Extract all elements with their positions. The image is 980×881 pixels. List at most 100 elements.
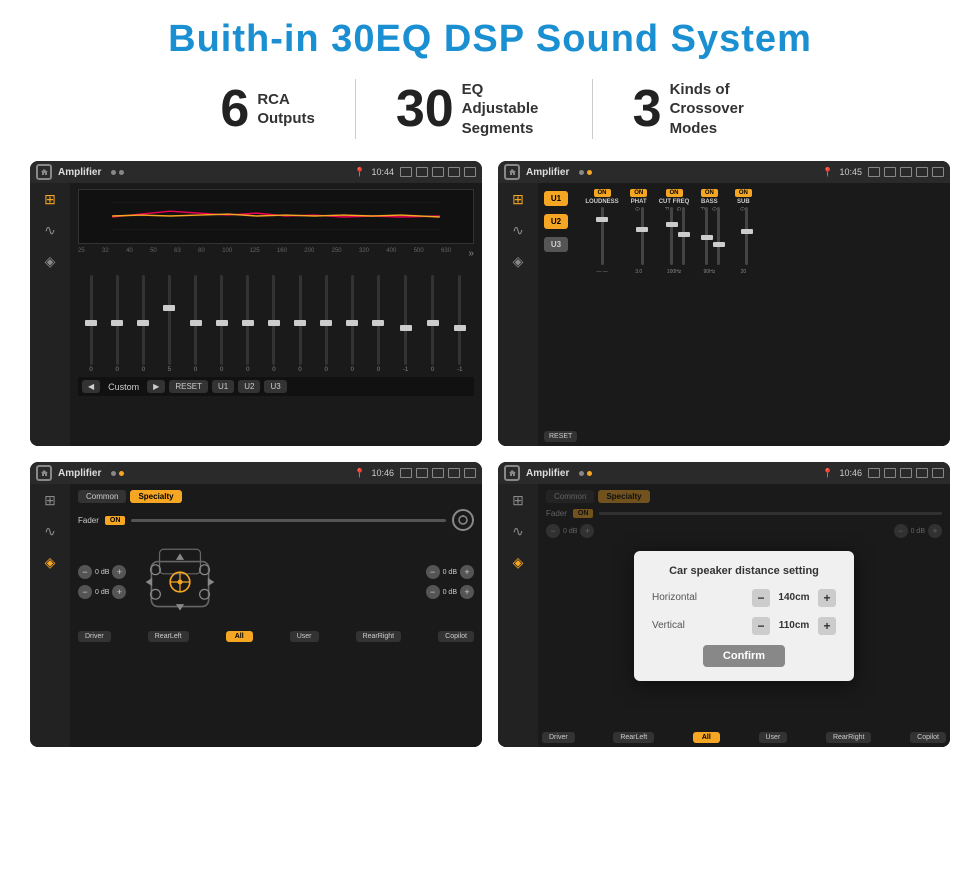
spec-sidebar-wave-icon[interactable]: ∿ <box>44 523 56 540</box>
cross-dot-2 <box>587 170 592 175</box>
vol-fl-plus[interactable]: + <box>112 565 126 579</box>
dlg-copilot-btn[interactable]: Copilot <box>910 732 946 743</box>
driver-btn[interactable]: Driver <box>78 631 111 642</box>
slider-track-12[interactable] <box>377 275 380 365</box>
spec-status-icons <box>400 468 476 478</box>
cross-sidebar-eq-icon[interactable]: ⊞ <box>512 191 524 208</box>
dlg-home-icon[interactable] <box>504 465 520 481</box>
slider-track-3[interactable] <box>142 275 145 365</box>
all-btn[interactable]: All <box>226 631 253 642</box>
tab-specialty[interactable]: Specialty <box>130 490 181 503</box>
eq-sidebar-eq-icon[interactable]: ⊞ <box>44 191 56 208</box>
stat-desc-crossover: Kinds ofCrossover Modes <box>670 80 760 139</box>
slider-track-9[interactable] <box>299 275 302 365</box>
cross-pin-icon: 📍 <box>822 167 833 178</box>
dlg-pin-icon: 📍 <box>822 468 833 479</box>
freq-63: 63 <box>174 248 181 259</box>
tab-common[interactable]: Common <box>78 490 126 503</box>
eq-reset-btn[interactable]: RESET <box>169 380 208 393</box>
dlg-sidebar-speaker-icon[interactable]: ◈ <box>513 554 524 571</box>
slider-track-13[interactable] <box>404 275 407 365</box>
eq-u3-btn[interactable]: U3 <box>264 380 286 393</box>
horizontal-plus-btn[interactable]: + <box>818 589 836 607</box>
fader-knob-icon[interactable] <box>452 509 474 531</box>
spec-sidebar-eq-icon[interactable]: ⊞ <box>44 492 56 509</box>
stat-number-3: 3 <box>633 83 662 135</box>
loudness-on[interactable]: ON <box>594 189 611 197</box>
page-wrapper: Buith-in 30EQ DSP Sound System 6 RCAOutp… <box>0 0 980 881</box>
confirm-button[interactable]: Confirm <box>703 645 785 667</box>
home-icon[interactable] <box>36 164 52 180</box>
dlg-all-btn[interactable]: All <box>693 732 720 743</box>
user-btn[interactable]: User <box>290 631 319 642</box>
dlg-sidebar-eq-icon[interactable]: ⊞ <box>512 492 524 509</box>
cross-cutfreq: ON CUT FREQ F G <box>659 189 690 275</box>
rearleft-btn[interactable]: RearLeft <box>148 631 189 642</box>
cross-status-dots <box>579 170 592 175</box>
rearright-btn[interactable]: RearRight <box>356 631 402 642</box>
dlg-driver-btn[interactable]: Driver <box>542 732 575 743</box>
fader-slider[interactable] <box>131 519 446 522</box>
dlg-sidebar-wave-icon[interactable]: ∿ <box>512 523 524 540</box>
slider-track-14[interactable] <box>431 275 434 365</box>
vol-rl-minus[interactable]: − <box>78 585 92 599</box>
bass-on[interactable]: ON <box>701 189 718 197</box>
cutfreq-on[interactable]: ON <box>666 189 683 197</box>
slider-track-15[interactable] <box>458 275 461 365</box>
cross-reset-btn[interactable]: RESET <box>544 431 577 442</box>
slider-track-5[interactable] <box>194 275 197 365</box>
dlg-user-btn[interactable]: User <box>759 732 788 743</box>
spec-screen-content: ⊞ ∿ ◈ Common Specialty Fader ON <box>30 484 482 747</box>
vol-rl-plus[interactable]: + <box>112 585 126 599</box>
spec-cam-icon <box>400 468 412 478</box>
slider-track-8[interactable] <box>272 275 275 365</box>
eq-u1-btn[interactable]: U1 <box>212 380 234 393</box>
cross-dot-1 <box>579 170 584 175</box>
phat-on[interactable]: ON <box>630 189 647 197</box>
slider-track-1[interactable] <box>90 275 93 365</box>
vol-fl-minus[interactable]: − <box>78 565 92 579</box>
vertical-minus-btn[interactable]: − <box>752 617 770 635</box>
screen-eq: Amplifier 📍 10:44 ⊞ <box>30 161 482 446</box>
vertical-value: 110cm <box>774 620 814 631</box>
eq-sidebar-wave-icon[interactable]: ∿ <box>44 222 56 239</box>
slider-track-2[interactable] <box>116 275 119 365</box>
eq-next-btn[interactable]: ▶ <box>147 380 165 393</box>
vol-rr-minus[interactable]: − <box>426 585 440 599</box>
eq-sidebar-speaker-icon[interactable]: ◈ <box>45 253 56 270</box>
dlg-dot-2 <box>587 471 592 476</box>
cross-u2-btn[interactable]: U2 <box>544 214 568 229</box>
cross-sidebar-wave-icon[interactable]: ∿ <box>512 222 524 239</box>
dialog-vertical-row: Vertical − 110cm + <box>652 617 836 635</box>
dlg-rearright-btn[interactable]: RearRight <box>826 732 872 743</box>
eq-prev-btn[interactable]: ◀ <box>82 380 100 393</box>
vol-fr-plus[interactable]: + <box>460 565 474 579</box>
cross-u1-btn[interactable]: U1 <box>544 191 568 206</box>
fader-on-badge[interactable]: ON <box>105 516 126 525</box>
eq-more-arrow[interactable]: » <box>468 248 474 259</box>
spec-vol-icon <box>416 468 428 478</box>
slider-track-7[interactable] <box>246 275 249 365</box>
cross-home-icon[interactable] <box>504 164 520 180</box>
eq-u2-btn[interactable]: U2 <box>238 380 260 393</box>
slider-track-6[interactable] <box>220 275 223 365</box>
horizontal-minus-btn[interactable]: − <box>752 589 770 607</box>
slider-track-10[interactable] <box>325 275 328 365</box>
vol-fr-minus[interactable]: − <box>426 565 440 579</box>
cross-loudness: ON LOUDNESS — — <box>585 189 618 275</box>
sub-on[interactable]: ON <box>735 189 752 197</box>
slider-track-4[interactable] <box>168 275 171 365</box>
freq-100: 100 <box>222 248 232 259</box>
vol-rr-plus[interactable]: + <box>460 585 474 599</box>
cross-u3-btn[interactable]: U3 <box>544 237 568 252</box>
eq-slider-14: 0 <box>431 275 434 373</box>
slider-track-11[interactable] <box>351 275 354 365</box>
eq-status-icons <box>400 167 476 177</box>
cross-sidebar-speaker-icon[interactable]: ◈ <box>513 253 524 270</box>
spec-home-icon[interactable] <box>36 465 52 481</box>
dlg-rearleft-btn[interactable]: RearLeft <box>613 732 654 743</box>
vertical-plus-btn[interactable]: + <box>818 617 836 635</box>
stat-rca: 6 RCAOutputs <box>180 83 354 135</box>
spec-sidebar-speaker-icon[interactable]: ◈ <box>45 554 56 571</box>
copilot-btn[interactable]: Copilot <box>438 631 474 642</box>
